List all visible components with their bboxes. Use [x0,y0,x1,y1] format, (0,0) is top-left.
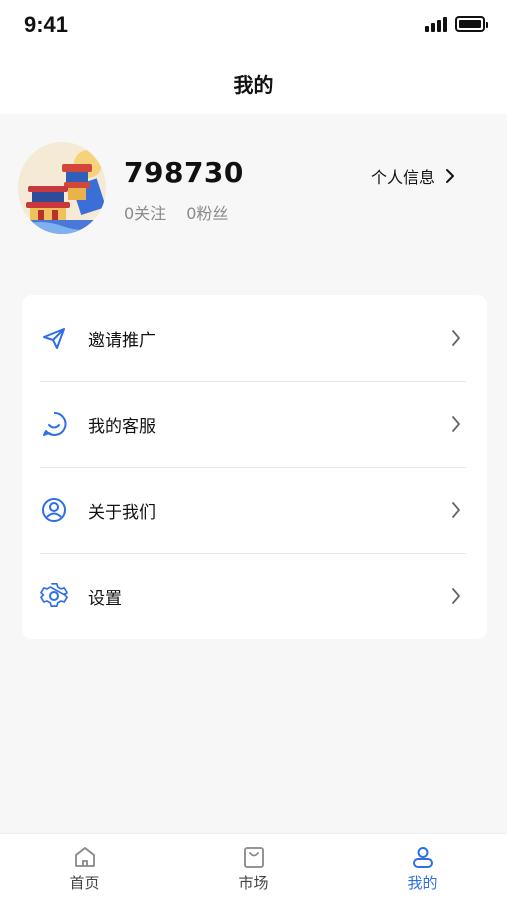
following-count[interactable]: 0关注 [124,200,166,224]
status-time: 9:41 [24,12,69,37]
bottom-tab-bar: 首页 市场 我的 [0,833,507,900]
profile-section: 798730 0关注 0粉丝 个人信息 [0,114,507,294]
avatar[interactable] [18,142,106,234]
menu-item-invite[interactable]: 邀请推广 [22,295,487,381]
battery-icon [455,16,488,32]
tab-label: 首页 [69,874,100,892]
gear-icon [40,582,68,610]
tab-market[interactable]: 市场 [169,834,338,900]
menu-item-label: 邀请推广 [88,330,156,351]
status-bar: 9:41 [0,0,507,52]
home-icon [72,844,98,870]
chevron-right-icon [451,501,461,519]
shopping-bag-icon [241,844,267,870]
menu-item-settings[interactable]: 设置 [22,553,487,639]
chevron-right-icon [451,415,461,433]
menu-item-about-us[interactable]: 关于我们 [22,467,487,553]
personal-info-label: 个人信息 [370,168,435,187]
username: 798730 [124,156,244,189]
signal-icon [425,16,447,32]
paper-plane-icon [40,324,68,352]
user-circle-icon [40,496,68,524]
chevron-right-icon [451,587,461,605]
followers-count[interactable]: 0粉丝 [186,200,228,224]
chevron-right-icon [446,169,454,183]
chevron-right-icon [451,329,461,347]
menu-item-label: 关于我们 [88,502,156,523]
tab-mine[interactable]: 我的 [338,834,507,900]
profile-stats: 0关注 0粉丝 [124,200,228,224]
personal-info-link[interactable]: 个人信息 [371,164,455,188]
menu-item-customer-service[interactable]: 我的客服 [22,381,487,467]
menu-card: 邀请推广 我的客服 关于我们 设置 [22,295,487,639]
tab-label: 市场 [238,874,269,892]
status-icons [425,16,488,32]
menu-item-label: 设置 [88,588,122,609]
user-icon [410,844,436,870]
chat-smile-icon [40,410,68,438]
tab-label: 我的 [407,874,438,892]
avatar-illustration [18,142,106,234]
tab-home[interactable]: 首页 [0,834,169,900]
page-title: 我的 [233,72,274,97]
menu-item-label: 我的客服 [88,416,156,437]
nav-bar: 我的 [0,52,507,114]
